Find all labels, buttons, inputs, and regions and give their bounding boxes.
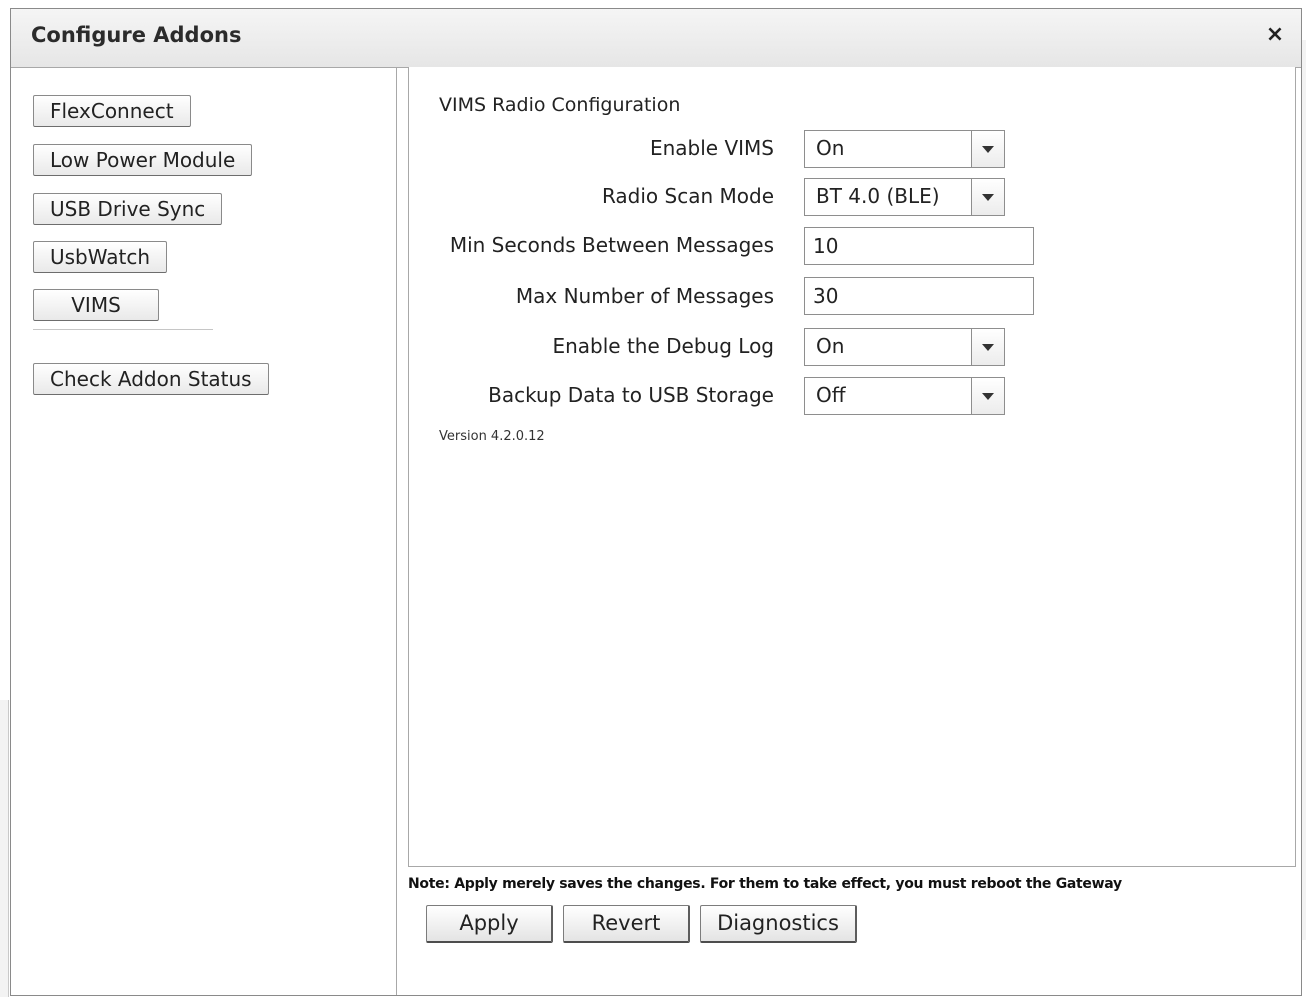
dialog-title: Configure Addons	[31, 23, 242, 47]
enable-vims-label: Enable VIMS	[649, 136, 774, 160]
enable-vims-select[interactable]: On	[804, 130, 1005, 168]
background-page-edge	[0, 700, 9, 997]
check-addon-status-button[interactable]: Check Addon Status	[33, 363, 269, 395]
debug-log-label: Enable the Debug Log	[552, 334, 774, 358]
sidebar-divider	[33, 329, 213, 330]
debug-log-select[interactable]: On	[804, 328, 1005, 366]
radio-scan-mode-select[interactable]: BT 4.0 (BLE)	[804, 178, 1005, 216]
radio-scan-mode-value: BT 4.0 (BLE)	[816, 184, 940, 208]
sidebar-item-usb-drive-sync[interactable]: USB Drive Sync	[33, 193, 223, 225]
chevron-down-icon	[971, 131, 1004, 167]
close-icon[interactable]: ×	[1263, 21, 1287, 49]
backup-usb-select[interactable]: Off	[804, 377, 1005, 415]
debug-log-value: On	[816, 334, 845, 358]
dialog-titlebar: Configure Addons ×	[11, 9, 1301, 68]
apply-button[interactable]: Apply	[426, 905, 553, 943]
chevron-down-icon	[971, 329, 1004, 365]
backup-usb-value: Off	[816, 383, 846, 407]
addon-sidebar: FlexConnect Low Power Module USB Drive S…	[11, 67, 397, 995]
apply-note: Note: Apply merely saves the changes. Fo…	[408, 876, 1122, 892]
radio-scan-mode-label: Radio Scan Mode	[601, 184, 774, 208]
revert-button[interactable]: Revert	[563, 905, 690, 943]
configure-addons-dialog: Configure Addons × FlexConnect Low Power…	[10, 8, 1302, 996]
vims-config-panel: VIMS Radio Configuration Enable VIMS On …	[408, 67, 1296, 867]
enable-vims-value: On	[816, 136, 845, 160]
max-messages-label: Max Number of Messages	[515, 284, 774, 308]
min-seconds-input[interactable]	[804, 227, 1034, 265]
chevron-down-icon	[971, 179, 1004, 215]
sidebar-item-usbwatch[interactable]: UsbWatch	[33, 241, 168, 273]
section-title: VIMS Radio Configuration	[439, 94, 681, 116]
diagnostics-button[interactable]: Diagnostics	[700, 905, 857, 943]
min-seconds-label: Min Seconds Between Messages	[449, 233, 774, 257]
sidebar-item-vims[interactable]: VIMS	[33, 289, 159, 321]
chevron-down-icon	[971, 378, 1004, 414]
background-page-edge-right	[1302, 40, 1306, 940]
max-messages-input[interactable]	[804, 277, 1034, 315]
version-text: Version 4.2.0.12	[439, 429, 545, 444]
sidebar-item-low-power-module[interactable]: Low Power Module	[33, 144, 253, 176]
backup-usb-label: Backup Data to USB Storage	[488, 383, 774, 407]
sidebar-item-flexconnect[interactable]: FlexConnect	[33, 95, 191, 127]
